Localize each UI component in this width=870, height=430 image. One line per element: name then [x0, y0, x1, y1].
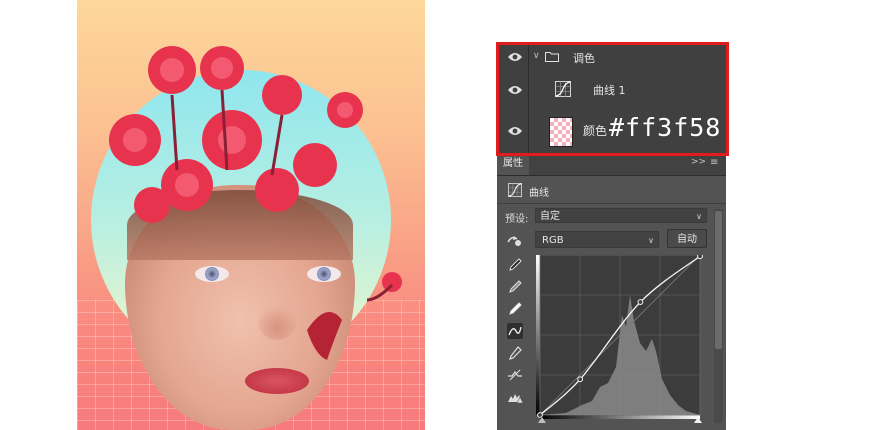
pencil-icon[interactable]	[507, 345, 523, 361]
visibility-divider	[528, 43, 529, 71]
target-adjust-icon[interactable]	[506, 233, 522, 247]
layer-row-curves[interactable]: 曲线 1	[497, 71, 726, 110]
curve-control-point[interactable]	[537, 412, 543, 418]
eyedropper-white-icon[interactable]	[507, 301, 523, 317]
curve-control-point[interactable]	[697, 253, 703, 260]
layer-row-group[interactable]: ∨ 调色	[497, 43, 726, 72]
channel-select[interactable]: RGB ∨	[535, 231, 659, 248]
divider	[497, 203, 726, 204]
artwork-image	[77, 0, 425, 430]
layer-thumbnail[interactable]	[549, 117, 573, 147]
preset-select[interactable]: 自定 ∨	[535, 208, 707, 223]
curves-icon	[508, 183, 522, 197]
curve-points-icon[interactable]	[507, 323, 523, 339]
curve-control-point[interactable]	[577, 376, 584, 383]
curves-icon	[555, 81, 571, 97]
layers-list: ∨ 调色 曲线 1 颜色 #ff3f58	[497, 43, 726, 154]
bottom-bar	[497, 423, 726, 430]
smooth-icon[interactable]	[507, 367, 523, 383]
layer-name[interactable]: 曲线 1	[593, 82, 626, 98]
layer-name[interactable]: 调色	[573, 50, 595, 66]
layer-name[interactable]: 颜色	[583, 122, 607, 139]
folder-icon	[545, 52, 559, 62]
visibility-divider	[528, 71, 529, 109]
flower-crown	[109, 46, 402, 360]
preset-label: 预设:	[505, 214, 529, 225]
properties-header: 属性 >> ≡	[497, 153, 726, 176]
eye-icon[interactable]	[507, 126, 523, 136]
chevron-down-icon: ∨	[648, 236, 654, 245]
collapse-icon[interactable]: >>	[691, 157, 706, 167]
color-hex-annotation: #ff3f58	[609, 113, 722, 142]
layer-row-color[interactable]: 颜色 #ff3f58	[497, 109, 726, 154]
curves-graph[interactable]	[536, 253, 704, 423]
scrollbar-thumb[interactable]	[715, 211, 722, 349]
panel-menu-icon[interactable]: ≡	[710, 157, 718, 168]
eye-icon[interactable]	[507, 85, 523, 95]
chevron-down-icon: ∨	[696, 212, 702, 221]
channel-value: RGB	[542, 235, 564, 246]
curve-control-point[interactable]	[637, 299, 644, 305]
clipping-warning-icon[interactable]	[507, 389, 523, 405]
visibility-divider	[528, 109, 529, 153]
preset-value: 自定	[540, 211, 560, 222]
properties-title: 曲线	[529, 188, 549, 199]
curves-graph-canvas[interactable]	[536, 253, 704, 423]
eye-icon[interactable]	[507, 52, 523, 62]
tab-properties[interactable]: 属性	[497, 153, 529, 175]
eyedropper-black-icon[interactable]	[507, 257, 523, 273]
expand-chevron-icon[interactable]: ∨	[533, 51, 540, 61]
eyedropper-gray-icon[interactable]	[507, 279, 523, 295]
auto-button[interactable]: 自动	[667, 229, 707, 248]
photoshop-panel: ∨ 调色 曲线 1 颜色 #ff3f58 属性 >> ≡ 曲线 预设: 自定 ∨…	[497, 43, 726, 430]
